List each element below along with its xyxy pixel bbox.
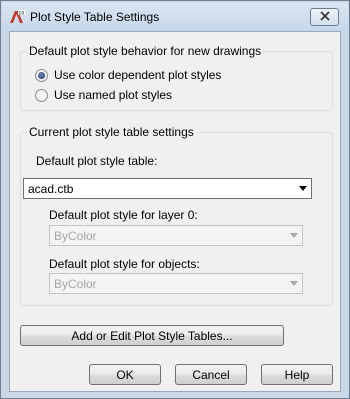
radio-button[interactable] bbox=[35, 88, 48, 102]
svg-text:10: 10 bbox=[19, 11, 25, 17]
radio-button[interactable] bbox=[35, 68, 48, 82]
behavior-group-legend: Default plot style behavior for new draw… bbox=[27, 44, 264, 58]
chevron-down-icon bbox=[295, 179, 311, 198]
layer0-style-value: ByColor bbox=[54, 228, 97, 243]
behavior-group: Default plot style behavior for new draw… bbox=[20, 44, 333, 111]
plot-style-table-value: acad.ctb bbox=[28, 181, 74, 196]
layer0-label: Default plot style for layer 0: bbox=[49, 208, 198, 222]
dialog-body: Default plot style behavior for new draw… bbox=[9, 31, 341, 392]
close-button[interactable] bbox=[310, 8, 339, 26]
help-button[interactable]: Help bbox=[261, 364, 333, 385]
current-settings-legend: Current plot style table settings bbox=[27, 125, 196, 139]
objects-label: Default plot style for objects: bbox=[49, 257, 200, 271]
ok-button[interactable]: OK bbox=[89, 364, 161, 385]
window-title: Plot Style Table Settings bbox=[30, 10, 160, 24]
cancel-button[interactable]: Cancel bbox=[175, 364, 247, 385]
radio-label: Use named plot styles bbox=[54, 88, 173, 102]
plot-style-table-select[interactable]: acad.ctb bbox=[23, 178, 312, 199]
add-edit-plot-style-tables-button[interactable]: Add or Edit Plot Style Tables... bbox=[20, 325, 284, 346]
objects-style-value: ByColor bbox=[54, 276, 97, 291]
table-label: Default plot style table: bbox=[36, 154, 158, 168]
objects-style-select[interactable]: ByColor bbox=[49, 273, 303, 294]
autocad-icon: 10 bbox=[9, 9, 25, 25]
layer0-style-select[interactable]: ByColor bbox=[49, 225, 303, 246]
title-bar[interactable]: 10 Plot Style Table Settings bbox=[2, 2, 348, 31]
radio-named[interactable]: Use named plot styles bbox=[35, 88, 172, 102]
radio-color-dependent[interactable]: Use color dependent plot styles bbox=[35, 68, 221, 82]
close-icon bbox=[319, 10, 330, 24]
plot-style-dialog: 10 Plot Style Table Settings Default plo… bbox=[0, 0, 350, 399]
chevron-down-icon bbox=[286, 274, 302, 293]
radio-label: Use color dependent plot styles bbox=[54, 68, 222, 82]
current-settings-group: Current plot style table settings Defaul… bbox=[20, 125, 333, 306]
chevron-down-icon bbox=[286, 226, 302, 245]
